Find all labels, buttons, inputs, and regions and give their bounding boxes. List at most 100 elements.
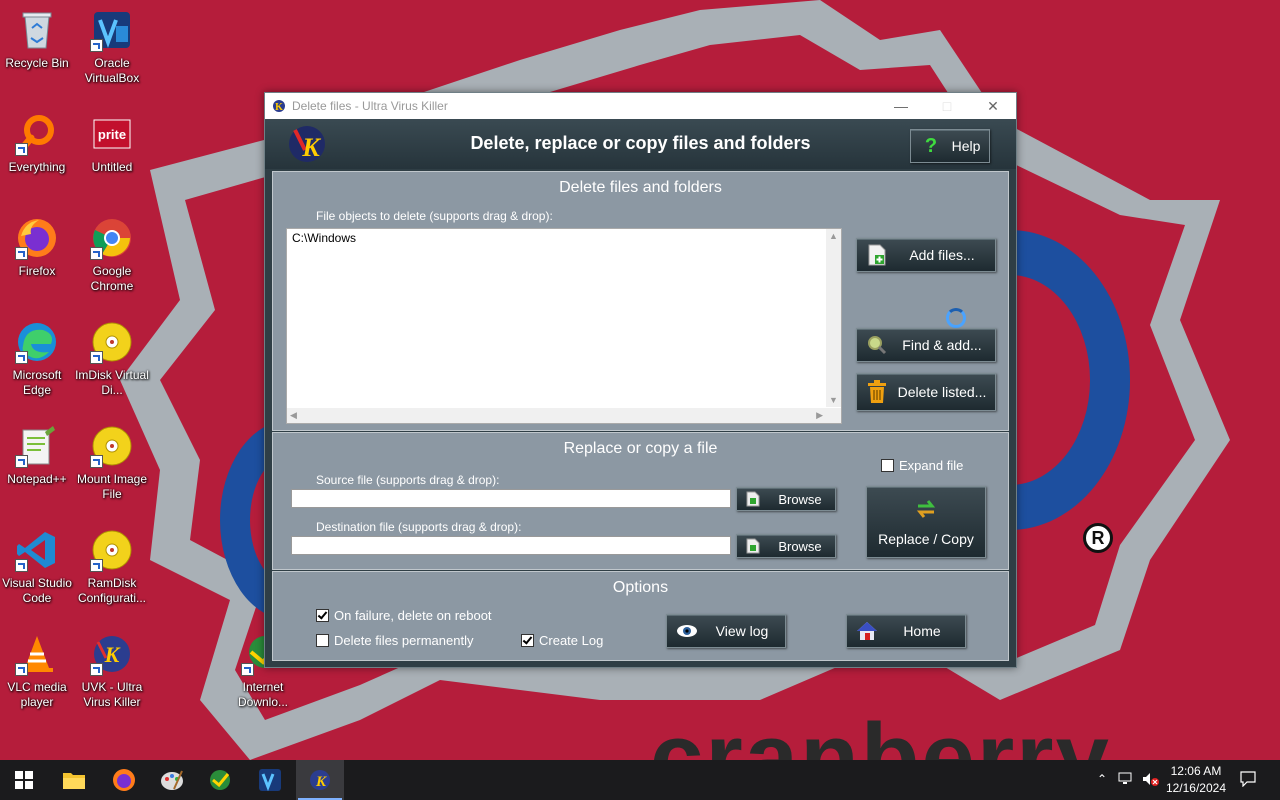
scroll-up-icon[interactable]: ▲	[829, 231, 838, 241]
shortcut-arrow-icon	[90, 247, 103, 260]
desktop-icon-mount-image[interactable]: Mount Image File	[75, 424, 149, 502]
maximize-button[interactable]: □	[924, 93, 970, 119]
desktop-icon-imdisk[interactable]: ImDisk Virtual Di...	[75, 320, 149, 398]
delete-listed-button[interactable]: Delete listed...	[856, 373, 996, 411]
shortcut-arrow-icon	[90, 351, 103, 364]
taskbar-paint[interactable]	[148, 760, 196, 800]
svg-text:K: K	[104, 642, 121, 667]
destination-file-input[interactable]	[291, 536, 731, 555]
delete-files-permanently-checkbox[interactable]: Delete files permanently	[316, 633, 473, 648]
view-log-button[interactable]: View log	[666, 614, 786, 648]
svg-text:K: K	[315, 774, 327, 790]
system-clock[interactable]: 12:06 AM 12/16/2024	[1166, 763, 1226, 797]
files-to-delete-list[interactable]: C:\Windows ▲ ▼ ◀ ▶	[286, 228, 842, 424]
delete-files-section: Delete files and folders File objects to…	[272, 171, 1009, 431]
eye-icon	[675, 619, 699, 643]
scroll-right-icon[interactable]: ▶	[816, 410, 823, 421]
taskbar-virtualbox[interactable]	[246, 760, 294, 800]
expand-file-checkbox[interactable]: Expand file	[881, 458, 963, 473]
replace-copy-button[interactable]: Replace / Copy	[866, 486, 986, 558]
desktop-icon-label: Internet Downlo...	[237, 680, 289, 709]
everything-search-icon	[15, 112, 59, 156]
shortcut-arrow-icon	[90, 455, 103, 468]
desktop-icon-everything[interactable]: Everything	[0, 112, 74, 175]
edge-icon	[15, 320, 59, 364]
shortcut-arrow-icon	[15, 143, 28, 156]
desktop-icon-recycle-bin[interactable]: Recycle Bin	[0, 8, 74, 71]
network-icon[interactable]	[1118, 772, 1134, 789]
checkbox-box[interactable]	[881, 459, 894, 472]
scroll-left-icon[interactable]: ◀	[290, 410, 297, 421]
desktop-icon-edge[interactable]: Microsoft Edge	[0, 320, 74, 398]
magnifier-icon	[865, 333, 889, 357]
find-add-button[interactable]: Find & add...	[856, 328, 996, 362]
close-button[interactable]: ✕	[970, 93, 1016, 119]
checkbox-box[interactable]	[316, 609, 329, 622]
swap-arrows-icon	[914, 498, 938, 523]
desktop-icon-label: Microsoft Edge	[12, 368, 62, 397]
desktop-icon-label: Oracle VirtualBox	[84, 56, 140, 85]
on-failure-delete-on-reboot-checkbox[interactable]: On failure, delete on reboot	[316, 608, 492, 623]
start-button[interactable]	[0, 760, 48, 800]
taskbar-firefox[interactable]	[100, 760, 148, 800]
shortcut-arrow-icon	[90, 39, 103, 52]
replace-copy-section: Replace or copy a file Source file (supp…	[272, 432, 1009, 570]
svg-text:prite: prite	[98, 127, 126, 142]
add-file-icon	[865, 243, 889, 267]
desktop-icon-ramdisk[interactable]: RamDisk Configurati...	[75, 528, 149, 606]
shortcut-arrow-icon	[241, 663, 254, 676]
checkbox-box[interactable]	[521, 634, 534, 647]
home-button[interactable]: Home	[846, 614, 966, 648]
shortcut-arrow-icon	[15, 455, 28, 468]
shortcut-arrow-icon	[15, 663, 28, 676]
file-icon	[741, 487, 765, 511]
browse-destination-button[interactable]: Browse	[736, 534, 836, 558]
desktop-icon-untitled[interactable]: prite Untitled	[75, 112, 149, 175]
desktop-icon-label: RamDisk Configurati...	[77, 576, 147, 605]
taskbar-file-explorer[interactable]	[50, 760, 98, 800]
show-hidden-icons-chevron-icon[interactable]: ⌃	[1097, 772, 1107, 786]
list-item[interactable]: C:\Windows	[292, 231, 356, 245]
volume-muted-icon[interactable]	[1142, 772, 1160, 789]
notification-center-icon[interactable]	[1240, 771, 1256, 790]
header-title: Delete, replace or copy files and folder…	[470, 133, 811, 153]
home-icon	[855, 619, 879, 643]
firefox-icon	[113, 769, 135, 791]
vscode-icon	[15, 528, 59, 572]
find-add-label: Find & add...	[902, 337, 982, 353]
desktop-icon-uvk[interactable]: K UVK - Ultra Virus Killer	[75, 632, 149, 710]
loading-spinner-icon	[946, 308, 966, 328]
desktop-icon-label: Notepad++	[7, 472, 67, 486]
wallpaper-registered-mark: R	[1083, 523, 1113, 553]
taskbar-uvk[interactable]: K	[296, 760, 344, 800]
taskbar-idm[interactable]	[196, 760, 244, 800]
scroll-down-icon[interactable]: ▼	[829, 395, 838, 405]
replace-copy-label: Replace / Copy	[878, 530, 974, 547]
create-log-label: Create Log	[539, 633, 604, 648]
window-titlebar[interactable]: K Delete files - Ultra Virus Killer — □ …	[265, 93, 1016, 119]
options-section: Options On failure, delete on reboot Del…	[272, 571, 1009, 661]
checkbox-box[interactable]	[316, 634, 329, 647]
minimize-button[interactable]: —	[878, 93, 924, 119]
folder-icon	[63, 773, 85, 789]
uvk-icon: K	[90, 632, 134, 676]
desktop-icon-vscode[interactable]: Visual Studio Code	[0, 528, 74, 606]
browse-source-button[interactable]: Browse	[736, 487, 836, 511]
desktop-icon-notepadpp[interactable]: Notepad++	[0, 424, 74, 487]
help-button[interactable]: ? Help	[910, 129, 990, 163]
desktop-icon-label: UVK - Ultra Virus Killer	[81, 680, 143, 709]
desktop-icon-firefox[interactable]: Firefox	[0, 216, 74, 279]
uvk-delete-files-window: K Delete files - Ultra Virus Killer — □ …	[264, 92, 1017, 668]
desktop-icon-vlc[interactable]: VLC media player	[0, 632, 74, 710]
horizontal-scrollbar[interactable]: ◀ ▶	[287, 408, 841, 423]
expand-file-label: Expand file	[899, 458, 964, 473]
add-files-button[interactable]: Add files...	[856, 238, 996, 272]
desktop-icon-chrome[interactable]: Google Chrome	[75, 216, 149, 294]
source-file-input[interactable]	[291, 489, 731, 508]
desktop-icon-label: Firefox	[18, 264, 56, 278]
help-button-label: Help	[951, 138, 981, 154]
desktop-icon-virtualbox[interactable]: Oracle VirtualBox	[75, 8, 149, 86]
vertical-scrollbar[interactable]: ▲ ▼	[826, 229, 841, 407]
create-log-checkbox[interactable]: Create Log	[521, 633, 603, 648]
on-failure-label: On failure, delete on reboot	[334, 608, 492, 623]
